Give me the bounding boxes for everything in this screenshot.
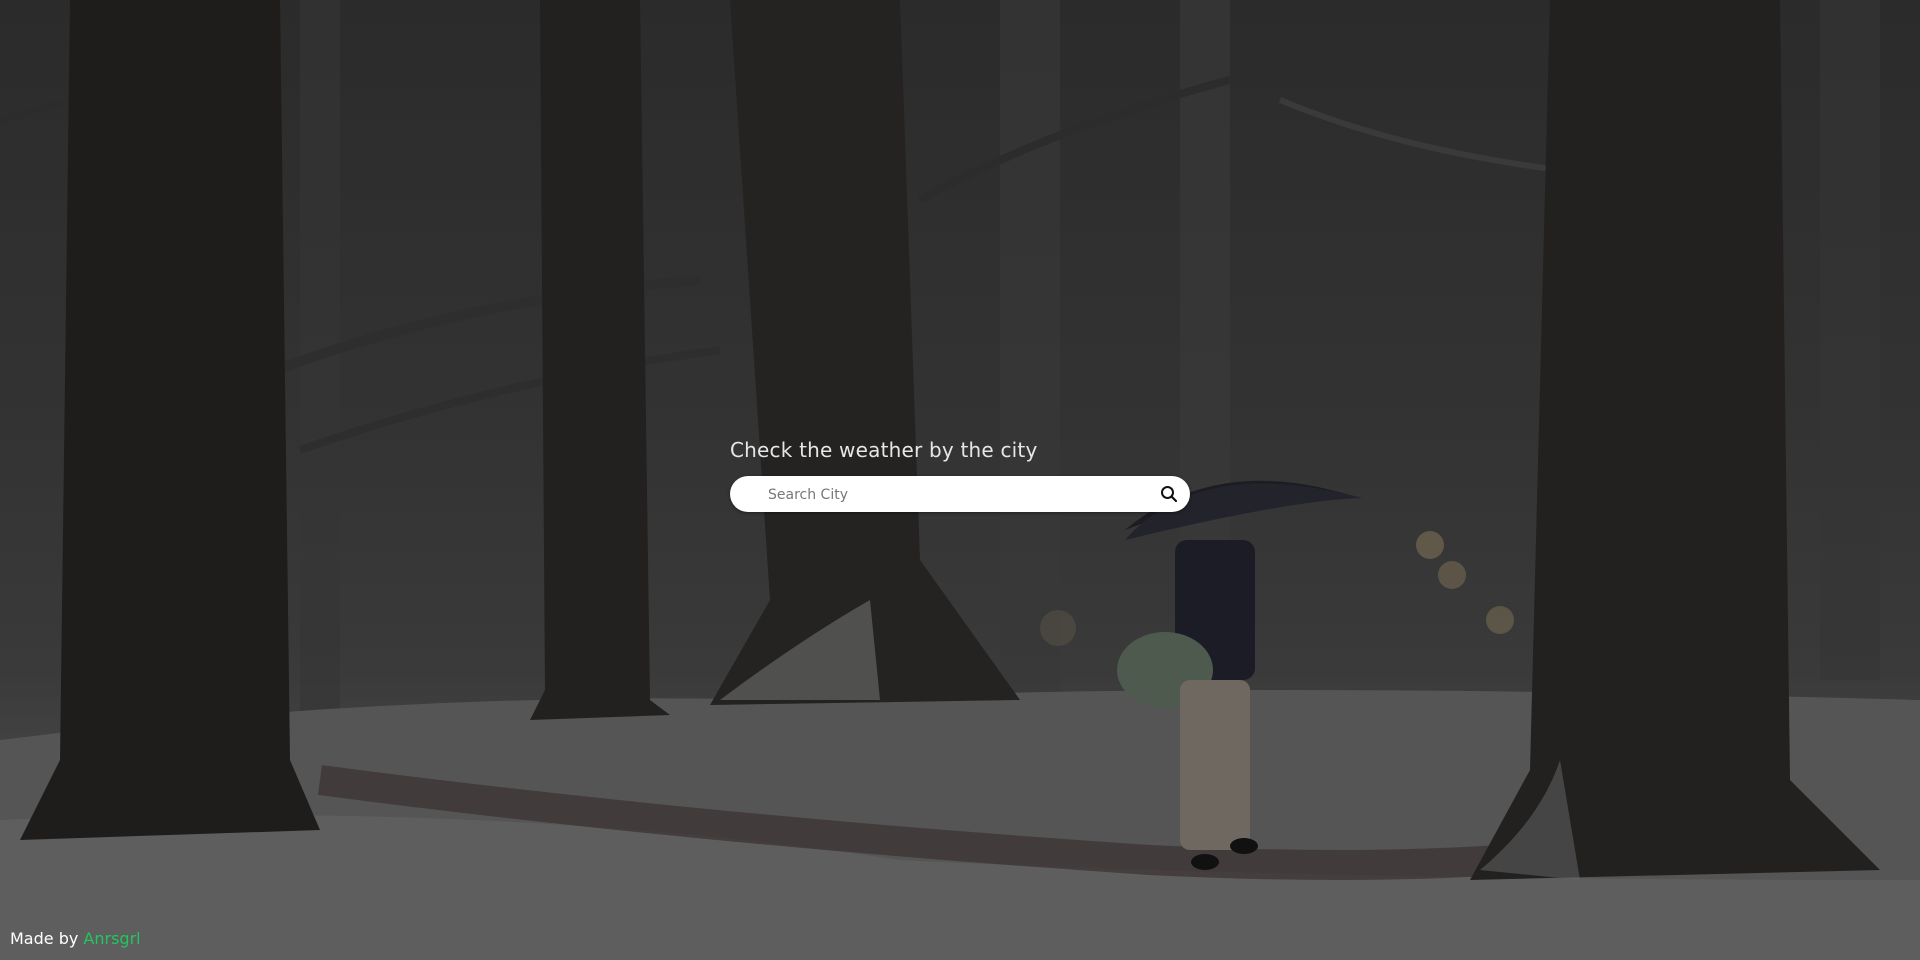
search-input[interactable] — [766, 476, 1150, 514]
author-link[interactable]: Anrsgrl — [83, 929, 140, 948]
footer-credit: Made by Anrsgrl — [10, 929, 141, 948]
search-section: Check the weather by the city — [730, 438, 1190, 514]
search-bar[interactable] — [730, 476, 1190, 514]
made-by-label: Made by — [10, 929, 79, 948]
page-title: Check the weather by the city — [730, 438, 1038, 462]
search-icon[interactable] — [1160, 485, 1178, 503]
